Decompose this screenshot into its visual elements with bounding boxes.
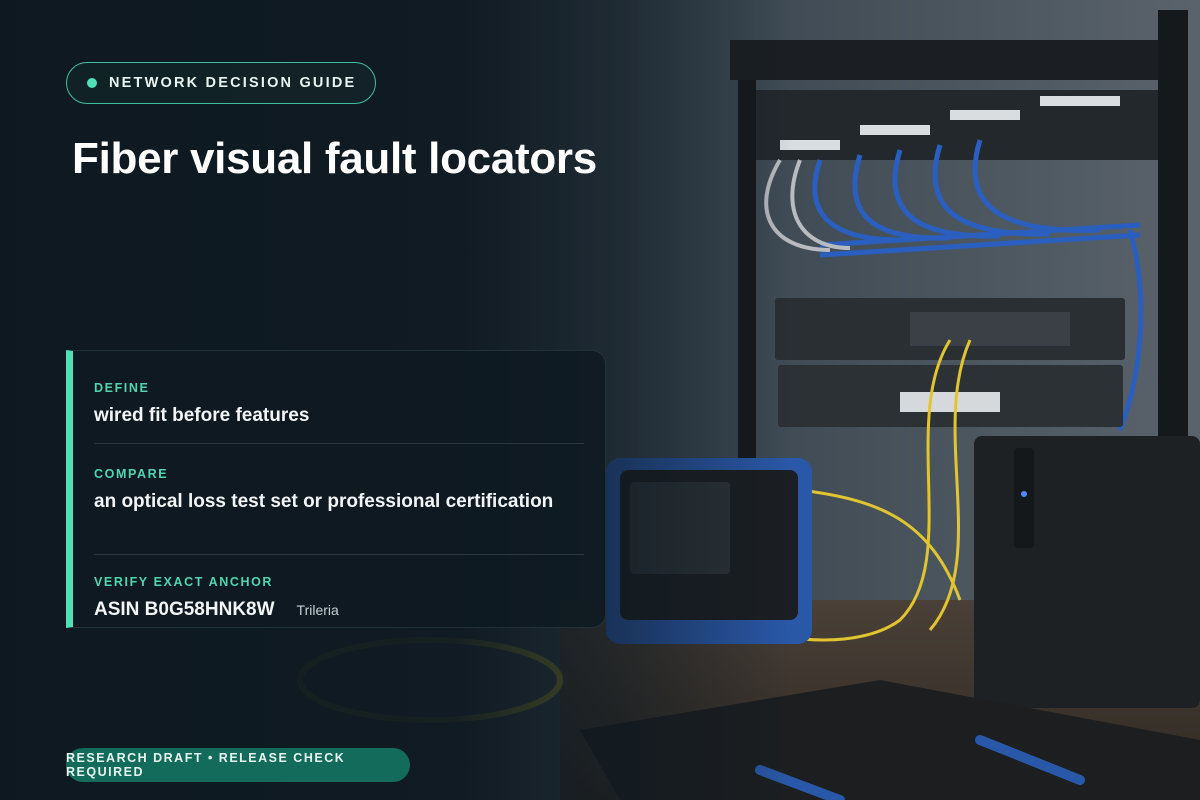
draft-status-badge: RESEARCH DRAFT • RELEASE CHECK REQUIRED bbox=[66, 748, 410, 782]
define-label: DEFINE bbox=[94, 381, 150, 395]
category-badge: NETWORK DECISION GUIDE bbox=[66, 62, 376, 104]
verify-anchor-row: ASIN B0G58HNK8W Trileria bbox=[94, 597, 584, 622]
hero-banner: NETWORK DECISION GUIDE Fiber visual faul… bbox=[0, 0, 1200, 800]
category-badge-label: NETWORK DECISION GUIDE bbox=[109, 75, 357, 91]
status-dot-icon bbox=[87, 78, 97, 88]
verify-brand: Trileria bbox=[296, 602, 339, 618]
verify-asin: ASIN B0G58HNK8W bbox=[94, 599, 275, 620]
compare-label: COMPARE bbox=[94, 467, 169, 481]
define-value: wired fit before features bbox=[94, 405, 310, 426]
verify-label: VERIFY EXACT ANCHOR bbox=[94, 575, 274, 589]
compare-section: COMPARE an optical loss test set or prof… bbox=[94, 467, 584, 514]
card-divider bbox=[94, 554, 584, 555]
draft-status-label: RESEARCH DRAFT • RELEASE CHECK REQUIRED bbox=[66, 751, 346, 779]
decision-card: DEFINE wired fit before features COMPARE… bbox=[66, 350, 606, 628]
define-section: DEFINE wired fit before features bbox=[94, 381, 584, 428]
verify-section: VERIFY EXACT ANCHOR ASIN B0G58HNK8W Tril… bbox=[94, 575, 584, 622]
page-title: Fiber visual fault locators bbox=[72, 134, 597, 183]
card-divider bbox=[94, 443, 584, 444]
compare-value: an optical loss test set or professional… bbox=[94, 491, 554, 512]
